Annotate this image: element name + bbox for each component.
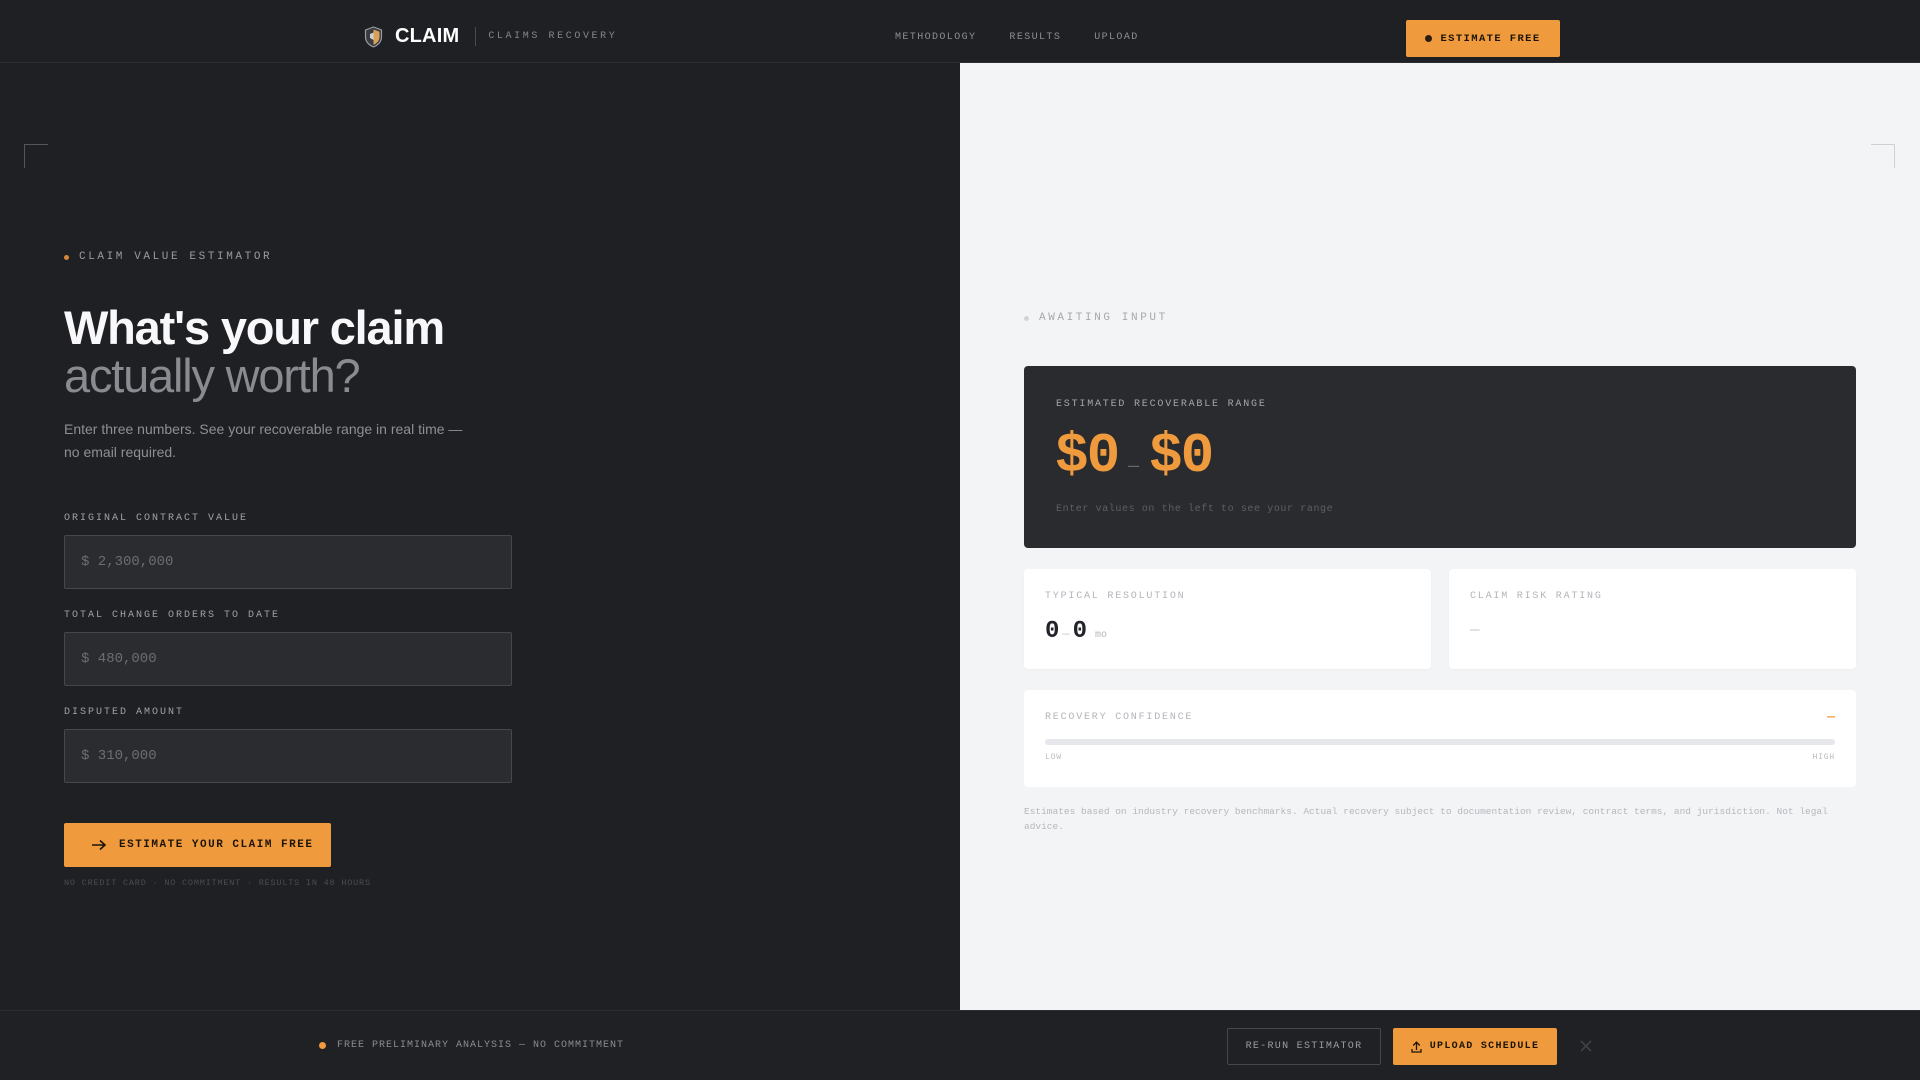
bottom-bar: FREE PRELIMINARY ANALYSIS — NO COMMITMEN… <box>0 1010 1920 1080</box>
brand-name: CLAIM <box>395 25 460 47</box>
confidence-label: RECOVERY CONFIDENCE <box>1045 712 1194 723</box>
brand-tagline: CLAIMS RECOVERY <box>488 31 618 42</box>
results-panel: AWAITING INPUT ESTIMATED RECOVERABLE RAN… <box>960 63 1920 1010</box>
dot-icon <box>1425 35 1433 42</box>
change-orders-label: TOTAL CHANGE ORDERS TO DATE <box>64 610 281 621</box>
arrow-right-icon <box>92 839 107 851</box>
contract-value-label: ORIGINAL CONTRACT VALUE <box>64 513 249 524</box>
typical-resolution-values: 0 — 0 mo <box>1045 618 1107 645</box>
corner-bracket <box>24 144 48 168</box>
status-indicator: AWAITING INPUT <box>1024 312 1168 324</box>
resolution-low: 0 <box>1045 618 1060 645</box>
bottom-notice: FREE PRELIMINARY ANALYSIS — NO COMMITMEN… <box>319 1040 624 1051</box>
confidence-low-label: LOW <box>1045 753 1062 762</box>
typical-resolution-card: TYPICAL RESOLUTION 0 — 0 mo <box>1024 569 1431 669</box>
range-separator: — <box>1128 457 1140 477</box>
range-card: ESTIMATED RECOVERABLE RANGE $0 — $0 Ente… <box>1024 366 1856 548</box>
shield-icon <box>364 25 383 48</box>
dot-icon <box>1024 315 1029 321</box>
fine-print: NO CREDIT CARD · NO COMMITMENT · RESULTS… <box>64 878 371 888</box>
nav-link-results[interactable]: RESULTS <box>1009 32 1061 43</box>
resolution-high: 0 <box>1072 618 1088 645</box>
risk-rating-card: CLAIM RISK RATING — <box>1449 569 1856 669</box>
confidence-card: RECOVERY CONFIDENCE — LOW HIGH <box>1024 690 1856 787</box>
range-label: ESTIMATED RECOVERABLE RANGE <box>1056 399 1267 410</box>
change-orders-input[interactable]: $ 480,000 <box>64 632 512 686</box>
estimator-eyebrow: CLAIM VALUE ESTIMATOR <box>64 251 272 263</box>
rerun-estimator-label: RE-RUN ESTIMATOR <box>1245 1041 1363 1052</box>
disputed-amount-label: DISPUTED AMOUNT <box>64 707 185 718</box>
confidence-value: — <box>1827 709 1835 724</box>
risk-rating-label: CLAIM RISK RATING <box>1470 591 1603 602</box>
close-icon[interactable] <box>1578 1038 1594 1054</box>
dot-icon <box>319 1042 326 1049</box>
confidence-high-label: HIGH <box>1812 753 1835 762</box>
estimate-claim-label: ESTIMATE YOUR CLAIM FREE <box>119 839 314 851</box>
range-hint: Enter values on the left to see your ran… <box>1056 504 1334 515</box>
corner-bracket <box>1871 144 1895 168</box>
status-label: AWAITING INPUT <box>1039 312 1168 324</box>
risk-rating-value: — <box>1470 621 1480 639</box>
brand[interactable]: CLAIM CLAIMS RECOVERY <box>364 25 617 48</box>
nav-links: METHODOLOGY RESULTS UPLOAD <box>895 32 1139 43</box>
eyebrow-label: CLAIM VALUE ESTIMATOR <box>79 251 273 263</box>
resolution-separator: — <box>1062 627 1070 641</box>
upload-schedule-button[interactable]: UPLOAD SCHEDULE <box>1393 1028 1557 1065</box>
rerun-estimator-button[interactable]: RE-RUN ESTIMATOR <box>1227 1028 1381 1065</box>
estimate-free-label: ESTIMATE FREE <box>1440 32 1541 45</box>
disputed-amount-input[interactable]: $ 310,000 <box>64 729 512 783</box>
upload-schedule-label: UPLOAD SCHEDULE <box>1429 1041 1540 1052</box>
confidence-bar <box>1045 739 1835 745</box>
nav-link-upload[interactable]: UPLOAD <box>1094 32 1138 43</box>
hero-title: What's your claim <box>64 301 445 354</box>
top-navigation: CLAIM CLAIMS RECOVERY METHODOLOGY RESULT… <box>0 0 1920 63</box>
estimate-free-button[interactable]: ESTIMATE FREE <box>1406 20 1560 57</box>
hero-subtitle: Enter three numbers. See your recoverabl… <box>64 421 463 460</box>
disclaimer: Estimates based on industry recovery ben… <box>1024 806 1828 832</box>
estimator-panel: CLAIM VALUE ESTIMATOR What's your claim … <box>0 63 960 1010</box>
resolution-unit: mo <box>1095 630 1108 641</box>
bottom-notice-label: FREE PRELIMINARY ANALYSIS — NO COMMITMEN… <box>337 1040 625 1051</box>
estimate-claim-button[interactable]: ESTIMATE YOUR CLAIM FREE <box>64 823 331 867</box>
range-values: $0 — $0 <box>1055 424 1214 488</box>
range-high: $0 <box>1149 424 1214 488</box>
brand-divider <box>475 27 477 46</box>
upload-icon <box>1411 1040 1422 1053</box>
typical-resolution-label: TYPICAL RESOLUTION <box>1045 591 1186 602</box>
contract-value-input[interactable]: $ 2,300,000 <box>64 535 512 589</box>
dot-icon <box>64 254 69 260</box>
range-low: $0 <box>1055 424 1120 488</box>
hero-title-secondary: actually worth? <box>64 349 361 402</box>
nav-link-methodology[interactable]: METHODOLOGY <box>895 32 976 43</box>
